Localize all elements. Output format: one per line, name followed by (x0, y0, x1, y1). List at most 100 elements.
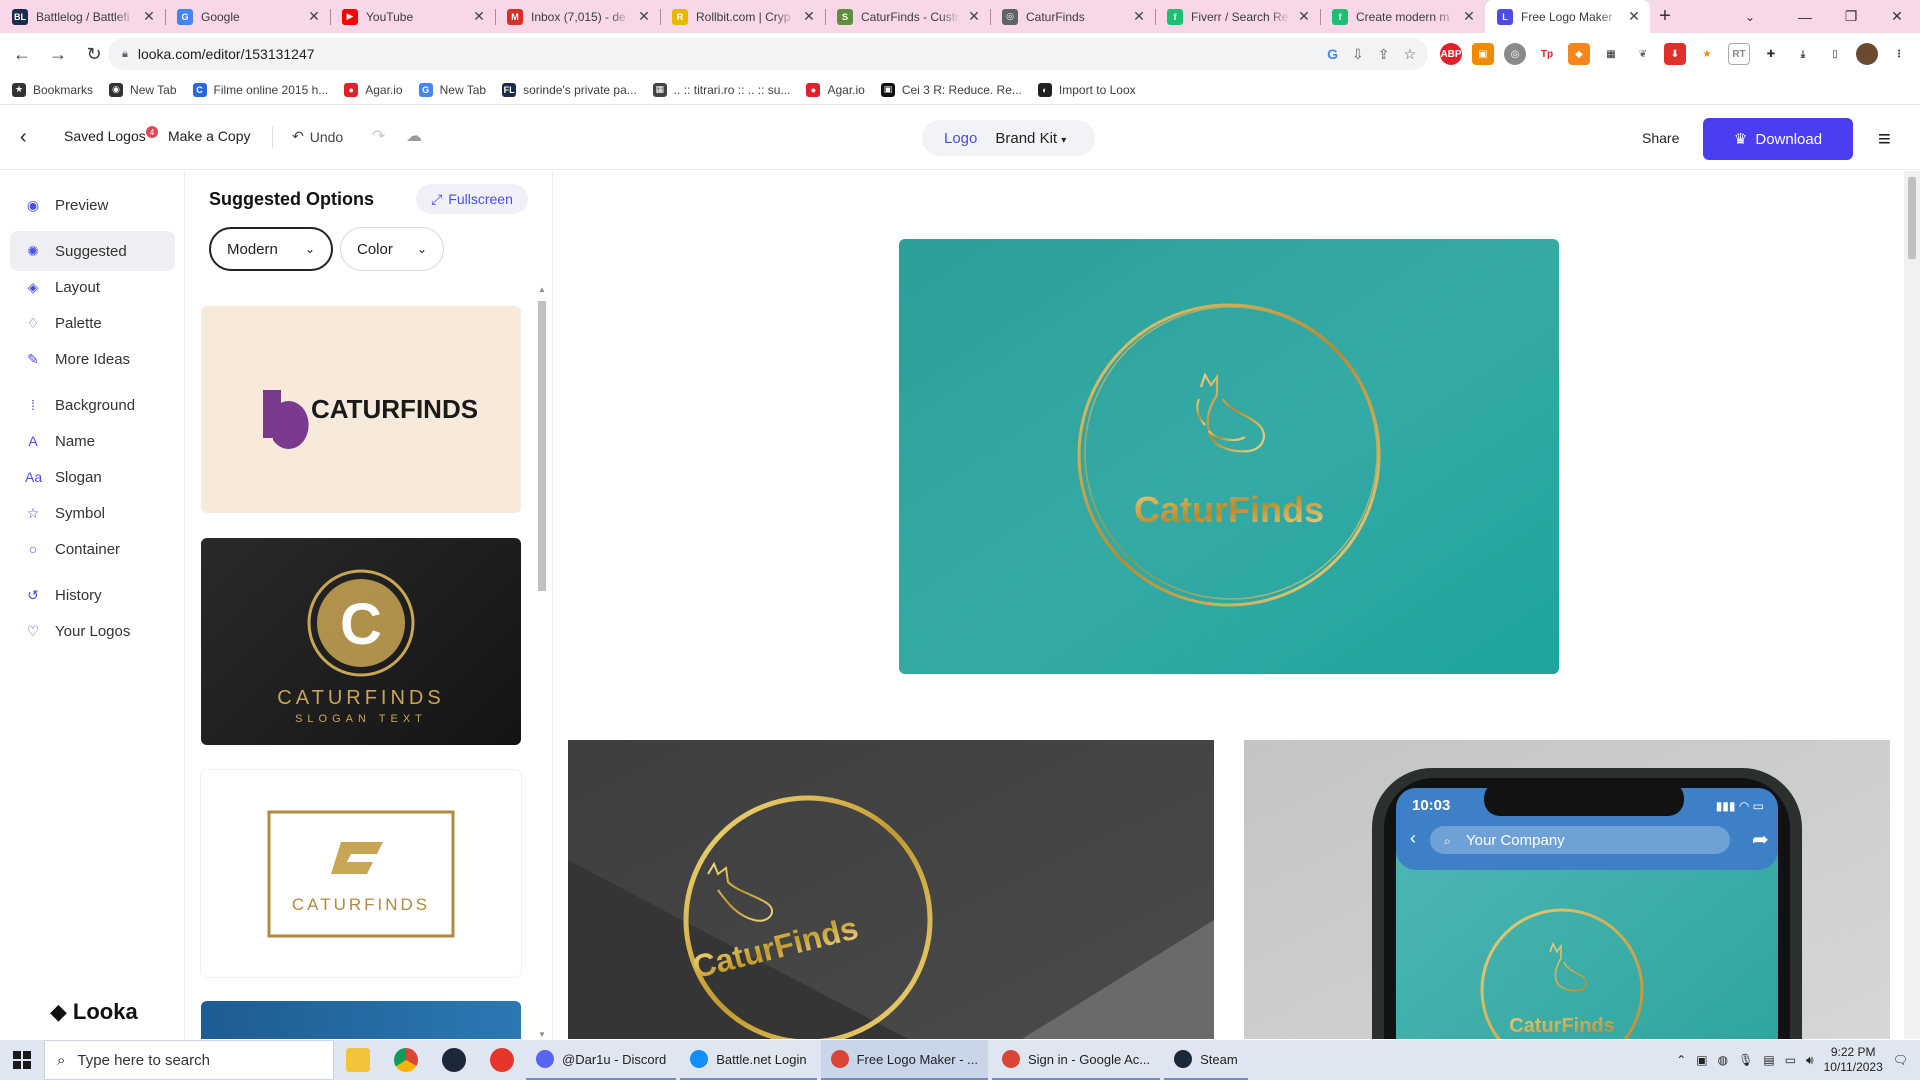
chrome-menu-icon[interactable]: ⋮ (1888, 43, 1910, 65)
install-app-icon[interactable]: ⇩ (1352, 46, 1364, 63)
tray-chevron-icon[interactable]: ⌃ (1676, 1053, 1686, 1067)
sidebar-item-slogan[interactable]: Aa Slogan (10, 457, 175, 497)
sidebar-item-more-ideas[interactable]: ✎ More Ideas (10, 339, 175, 379)
extension-grid-icon[interactable]: ▦ (1600, 43, 1622, 65)
media-player-icon[interactable] (478, 1040, 526, 1080)
bookmark-item[interactable]: ▦ .. :: titrari.ro :: .. :: su... (652, 82, 790, 97)
bookmark-item[interactable]: ● Agar.io (344, 82, 403, 97)
sidebar-item-your-logos[interactable]: ♡ Your Logos (10, 611, 175, 651)
extension-orange-icon[interactable]: ▣ (1472, 43, 1494, 65)
address-bar[interactable]: 🔒︎ looka.com/editor/153131247 G ⇩ ⇪ ☆ (108, 38, 1428, 70)
download-button[interactable]: ♛ Download (1703, 118, 1853, 160)
sidebar-item-container[interactable]: ○ Container (10, 529, 175, 569)
tab-close-icon[interactable]: ✕ (636, 8, 652, 25)
bookmark-item[interactable]: G New Tab (418, 82, 486, 97)
back-chevron-icon[interactable]: ‹ (20, 126, 27, 149)
tab-close-icon[interactable]: ✕ (1461, 8, 1477, 25)
browser-tab[interactable]: f Fiverr / Search Re ✕ (1155, 0, 1320, 33)
browser-tab[interactable]: L Free Logo Maker ✕ (1485, 0, 1650, 33)
maximize-icon[interactable]: ❐ (1828, 0, 1874, 33)
redo-icon[interactable]: ↷ (372, 126, 385, 146)
lock-icon[interactable]: 🔒︎ (122, 48, 128, 61)
extension-tp-icon[interactable]: Tp (1536, 43, 1558, 65)
google-lens-icon[interactable]: G (1327, 46, 1338, 62)
microphone-icon[interactable]: 🎙︎ (1738, 1053, 1753, 1067)
sidebar-item-preview[interactable]: ◉ Preview (10, 185, 175, 225)
profile-avatar[interactable] (1856, 43, 1878, 65)
share-page-icon[interactable]: ⇪ (1378, 46, 1390, 63)
browser-tab[interactable]: ▶ YouTube ✕ (330, 0, 495, 33)
new-tab-button[interactable]: + (1650, 0, 1680, 33)
extension-download-red-icon[interactable]: ⬇ (1664, 43, 1686, 65)
share-button[interactable]: Share (1642, 130, 1679, 146)
taskbar-app[interactable]: @Dar1u - Discord (526, 1040, 677, 1080)
tab-close-icon[interactable]: ✕ (966, 8, 982, 25)
tray-app-icon[interactable]: ▣ (1696, 1053, 1707, 1067)
side-panel-icon[interactable]: ▯ (1824, 43, 1846, 65)
extension-gray-icon[interactable]: ◎ (1504, 43, 1526, 65)
adblock-icon[interactable]: ABP (1440, 43, 1462, 65)
downloads-icon[interactable]: ⤓ (1792, 43, 1814, 65)
volume-icon[interactable]: 🔊︎ (1806, 1053, 1814, 1068)
extensions-puzzle-icon[interactable]: ✚ (1760, 43, 1782, 65)
taskbar-clock[interactable]: 9:22 PM 10/11/2023 (1824, 1045, 1883, 1075)
tab-close-icon[interactable]: ✕ (471, 8, 487, 25)
tab-close-icon[interactable]: ✕ (801, 8, 817, 25)
tab-search-icon[interactable]: ⌄ (1730, 0, 1770, 33)
suggestion-card[interactable]: CATURFINDS (201, 770, 521, 977)
browser-tab[interactable]: R Rollbit.com | Cryp ✕ (660, 0, 825, 33)
url-text[interactable]: looka.com/editor/153131247 (138, 46, 315, 62)
scroll-thumb[interactable] (1908, 177, 1916, 259)
taskbar-app[interactable]: Free Logo Maker - ... (820, 1040, 988, 1080)
chrome-pinned-icon[interactable] (382, 1040, 430, 1080)
reload-icon[interactable]: ↻ (80, 40, 108, 68)
taskbar-app[interactable]: Steam (1164, 1040, 1248, 1080)
fullscreen-button[interactable]: ⤢ Fullscreen (416, 184, 528, 214)
browser-tab[interactable]: f Create modern m ✕ (1320, 0, 1485, 33)
tab-close-icon[interactable]: ✕ (306, 8, 322, 25)
close-window-icon[interactable]: ✕ (1874, 0, 1920, 33)
suggestion-card[interactable]: C CATURFINDS SLOGAN TEXT (201, 538, 521, 745)
tab-close-icon[interactable]: ✕ (1626, 8, 1642, 25)
browser-tab[interactable]: S CaturFinds - Custo ✕ (825, 0, 990, 33)
business-card-mockup[interactable]: CaturFinds (568, 740, 1214, 1039)
bookmark-item[interactable]: FL sorinde's private pa... (502, 82, 637, 97)
tab-close-icon[interactable]: ✕ (141, 8, 157, 25)
file-explorer-icon[interactable] (334, 1040, 382, 1080)
back-arrow-icon[interactable]: ← (8, 40, 36, 68)
saved-logos-link[interactable]: Saved Logos (64, 128, 146, 144)
sidebar-item-symbol[interactable]: ☆ Symbol (10, 493, 175, 533)
taskbar-app[interactable]: Battle.net Login (680, 1040, 817, 1080)
browser-tab[interactable]: BL Battlelog / Battlefi ✕ (0, 0, 165, 33)
bookmark-item[interactable]: ● Agar.io (806, 82, 865, 97)
tray-app-icon[interactable]: ◍ (1718, 1053, 1728, 1067)
browser-tab[interactable]: M Inbox (7,015) - de ✕ (495, 0, 660, 33)
bookmark-item[interactable]: ◉ New Tab (109, 82, 177, 97)
browser-tab[interactable]: G Google ✕ (165, 0, 330, 33)
phone-mockup[interactable]: 10:03 ▮▮▮ ◠ ▭ ‹ ⌕ Your Company ➦ CaturFi… (1244, 740, 1890, 1039)
scroll-down-icon[interactable]: ▼ (536, 1030, 548, 1039)
extension-star-orange-icon[interactable]: ★ (1696, 43, 1718, 65)
sidebar-item-layout[interactable]: ◈ Layout (10, 267, 175, 307)
bookmark-item[interactable]: ◐ Import to Loox (1037, 82, 1136, 97)
forward-arrow-icon[interactable]: → (44, 40, 72, 68)
tab-brand-kit[interactable]: Brand Kit ▾ (995, 130, 1066, 147)
sidebar-item-palette[interactable]: ♢ Palette (10, 303, 175, 343)
scroll-thumb[interactable] (538, 301, 546, 591)
windows-start-icon[interactable] (0, 1040, 44, 1080)
logo-hero-preview[interactable]: CaturFinds (899, 239, 1559, 674)
notifications-icon[interactable]: 🗨︎ (1893, 1053, 1908, 1067)
tray-app-icon[interactable]: ▤ (1763, 1053, 1774, 1067)
suggestion-card[interactable] (201, 1001, 521, 1039)
taskbar-app[interactable]: Sign in - Google Ac... (991, 1040, 1161, 1080)
sidebar-item-background[interactable]: ⁞ Background (10, 385, 175, 425)
steam-pinned-icon[interactable] (430, 1040, 478, 1080)
scroll-up-icon[interactable]: ▲ (536, 285, 548, 294)
undo-button[interactable]: ↶ Undo (292, 128, 343, 145)
bookmark-item[interactable]: C Filme online 2015 h... (192, 82, 328, 97)
bookmark-item[interactable]: ★ Bookmarks (12, 82, 93, 97)
bookmark-star-icon[interactable]: ☆ (1403, 46, 1416, 63)
color-filter-dropdown[interactable]: Color ⌄ (340, 227, 444, 271)
tab-close-icon[interactable]: ✕ (1131, 8, 1147, 25)
sidebar-item-suggested[interactable]: ✺ Suggested (10, 231, 175, 271)
